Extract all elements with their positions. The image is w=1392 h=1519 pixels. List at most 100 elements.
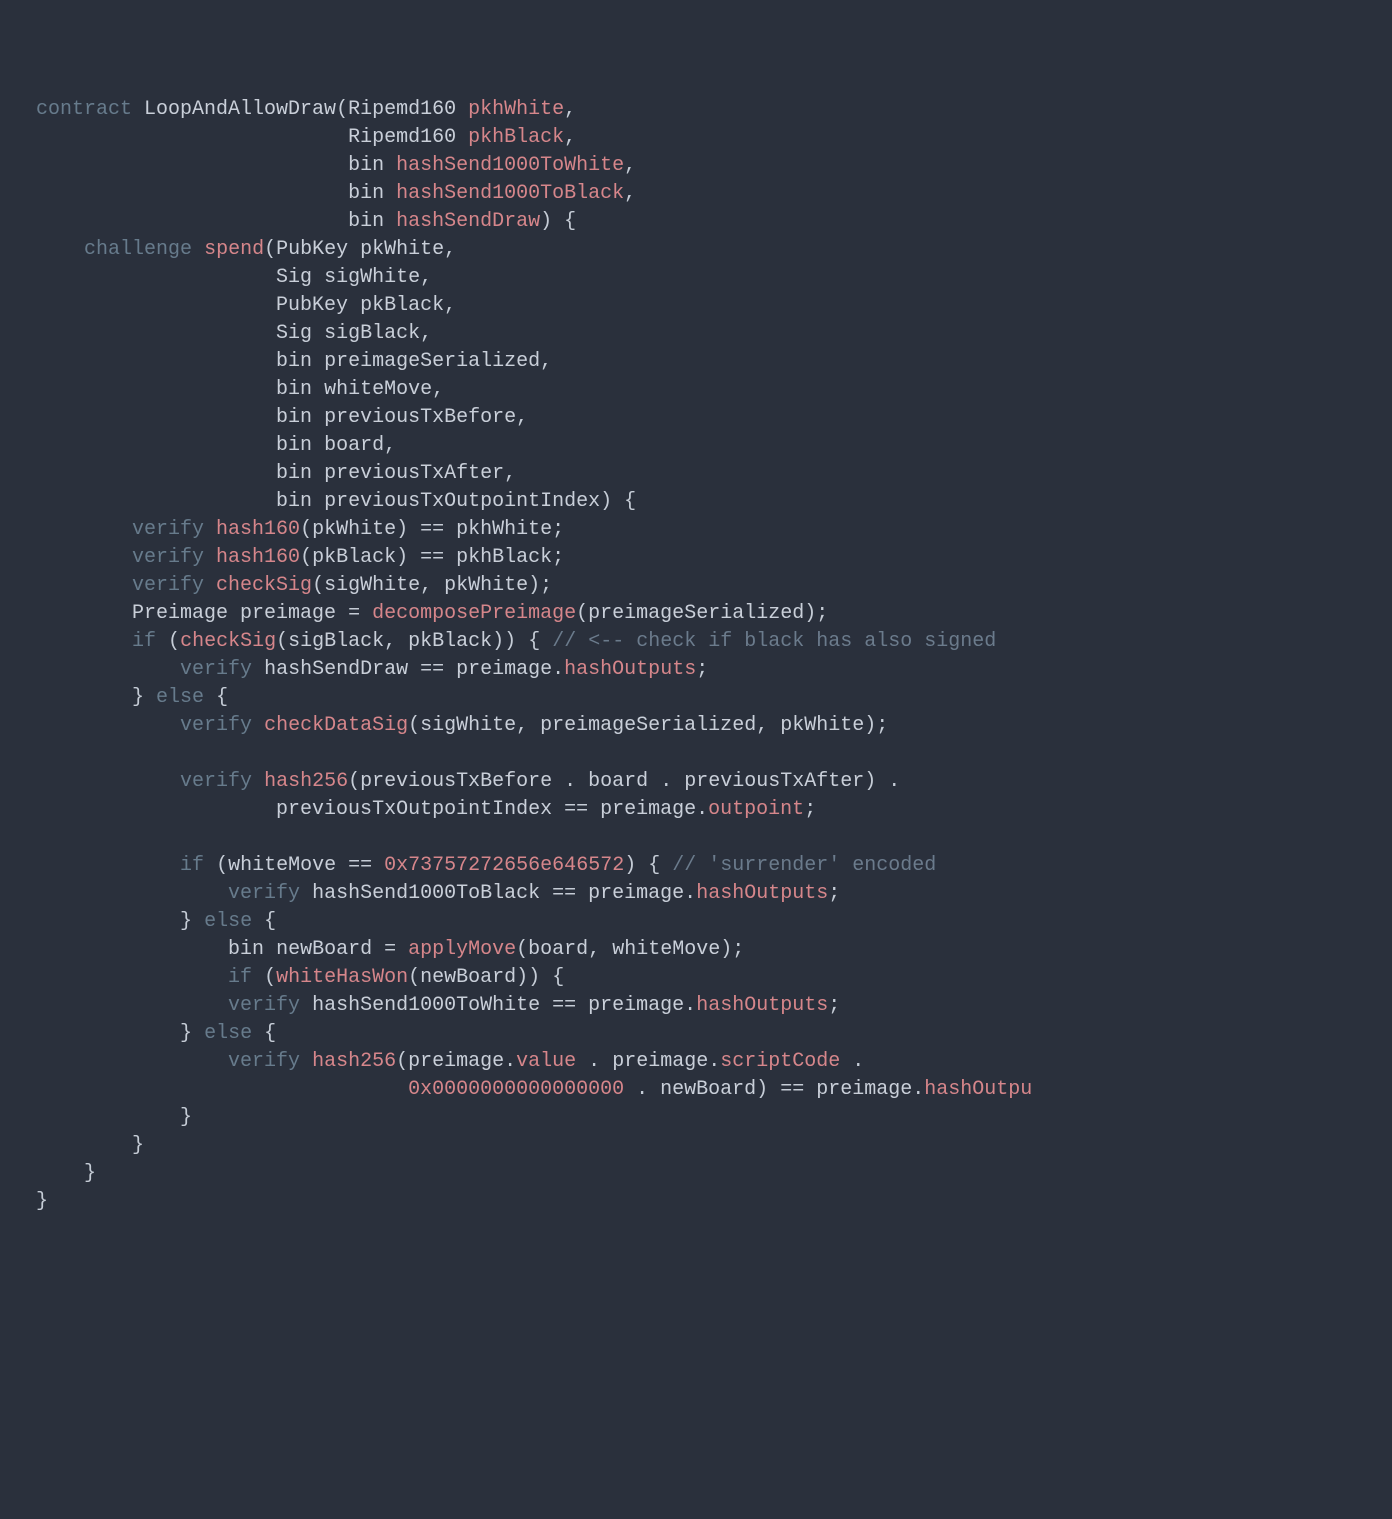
keyword-if: if xyxy=(180,854,204,877)
ident: sigWhite xyxy=(324,574,420,597)
comma: , xyxy=(384,434,396,457)
ident: pkhBlack xyxy=(456,546,552,569)
param: hashSend1000ToBlack xyxy=(396,182,624,205)
fn-checkSig: checkSig xyxy=(180,630,276,653)
ident: previousTxOutpointIndex xyxy=(276,798,552,821)
comma: , xyxy=(624,182,636,205)
dot: . xyxy=(588,1050,600,1073)
eq: == xyxy=(552,882,576,905)
ident: preimage xyxy=(588,882,684,905)
brace-open: { xyxy=(264,910,276,933)
eq: == xyxy=(552,994,576,1017)
brace-close: } xyxy=(84,1162,96,1185)
comma: , xyxy=(420,322,432,345)
keyword-verify: verify xyxy=(228,994,300,1017)
ident: pkWhite xyxy=(312,518,396,541)
semi: ; xyxy=(816,602,828,625)
ident: preimage xyxy=(408,1050,504,1073)
type: bin xyxy=(276,490,312,513)
ident: sigBlack xyxy=(288,630,384,653)
dot: . xyxy=(912,1078,924,1101)
p: ) xyxy=(864,714,876,737)
c: , xyxy=(756,714,768,737)
brace-close: } xyxy=(180,910,192,933)
dot: . xyxy=(564,770,576,793)
p: ( xyxy=(264,966,276,989)
ident: preimage xyxy=(816,1078,912,1101)
p: ( xyxy=(348,770,360,793)
p: ( xyxy=(168,630,180,653)
ident: whiteMove xyxy=(612,938,720,961)
ident: newBoard xyxy=(660,1078,756,1101)
param: pkhWhite xyxy=(468,98,564,121)
ident: preimage xyxy=(588,994,684,1017)
p: ( xyxy=(312,574,324,597)
arg: preimageSerialized xyxy=(324,350,540,373)
arg: previousTxAfter xyxy=(324,462,504,485)
comment: // <-- check if black has also signed xyxy=(552,630,996,653)
brace-close: } xyxy=(132,1134,144,1157)
p: ) xyxy=(624,854,636,877)
type: Sig xyxy=(276,322,312,345)
keyword-else: else xyxy=(204,910,252,933)
ident: preimageSerialized xyxy=(588,602,804,625)
paren-close: ) xyxy=(540,210,552,233)
eq: == xyxy=(420,546,444,569)
ident: preimageSerialized xyxy=(540,714,756,737)
ident: previousTxAfter xyxy=(684,770,864,793)
ident: pkhWhite xyxy=(456,518,552,541)
param: hashSend1000ToWhite xyxy=(396,154,624,177)
property: hashOutputs xyxy=(696,994,828,1017)
type: PubKey xyxy=(276,294,348,317)
brace-open: { xyxy=(564,210,576,233)
comma: , xyxy=(516,406,528,429)
ident: previousTxBefore xyxy=(360,770,552,793)
p: ) xyxy=(492,630,504,653)
keyword-else: else xyxy=(156,686,204,709)
hex-literal: 0x73757272656e646572 xyxy=(384,854,624,877)
fn-checkDataSig: checkDataSig xyxy=(264,714,408,737)
fn-hash160: hash160 xyxy=(216,546,300,569)
ident: preimage xyxy=(600,798,696,821)
type: bin xyxy=(348,182,384,205)
type: PubKey xyxy=(276,238,348,261)
keyword-else: else xyxy=(204,1022,252,1045)
fn-whiteHasWon: whiteHasWon xyxy=(276,966,408,989)
comma: , xyxy=(444,238,456,261)
semi: ; xyxy=(828,994,840,1017)
p: ) xyxy=(864,770,876,793)
p: ( xyxy=(396,1050,408,1073)
semi: ; xyxy=(876,714,888,737)
param: pkhBlack xyxy=(468,126,564,149)
arg: sigBlack xyxy=(324,322,420,345)
keyword-verify: verify xyxy=(132,546,204,569)
comma: , xyxy=(564,98,576,121)
fn-decompose: decomposePreimage xyxy=(372,602,576,625)
ident: preimage xyxy=(456,658,552,681)
semi: ; xyxy=(732,938,744,961)
ident: preimage xyxy=(612,1050,708,1073)
dot: . xyxy=(708,1050,720,1073)
p: ) xyxy=(516,966,528,989)
property: hashOutpu xyxy=(924,1078,1032,1101)
c: , xyxy=(516,714,528,737)
type: bin xyxy=(348,154,384,177)
comment: // 'surrender' encoded xyxy=(672,854,936,877)
brace-close: } xyxy=(180,1106,192,1129)
ident: whiteMove xyxy=(228,854,336,877)
type: Sig xyxy=(276,266,312,289)
arg: sigWhite xyxy=(324,266,420,289)
semi: ; xyxy=(552,546,564,569)
paren-open: ( xyxy=(336,98,348,121)
keyword-verify: verify xyxy=(180,714,252,737)
type: bin xyxy=(276,434,312,457)
type: Preimage xyxy=(132,602,228,625)
eq: == xyxy=(564,798,588,821)
p: ) xyxy=(756,1078,768,1101)
semi: ; xyxy=(552,518,564,541)
property: value xyxy=(516,1050,576,1073)
ident: newBoard xyxy=(420,966,516,989)
keyword-contract: contract xyxy=(36,98,132,121)
eq: == xyxy=(348,854,372,877)
arg: previousTxOutpointIndex xyxy=(324,490,600,513)
